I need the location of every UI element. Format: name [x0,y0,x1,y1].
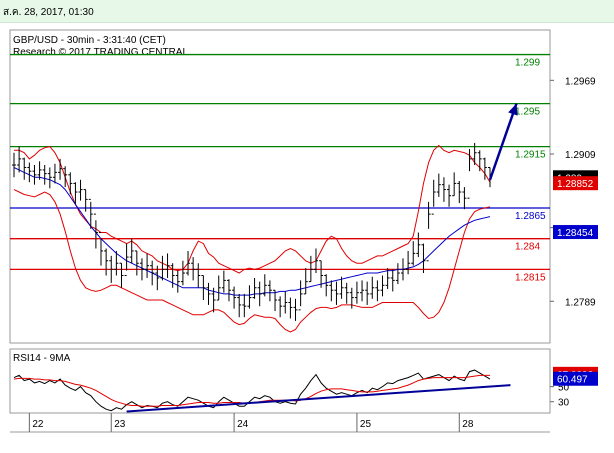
x-tick-label: 22 [32,419,44,430]
price-tag-label: 1.28852 [557,179,594,190]
rsi-y-tick-label: 30 [558,398,570,409]
x-tick-label: 25 [360,419,372,430]
forecast-arrow [488,103,518,181]
level-label: 1.2915 [515,150,546,161]
chart-title: GBP/USD - 30min - 3:31:40 (CET) [13,35,166,46]
price-tag-label: 1.28454 [557,228,594,239]
header-bar: ส.ค. 28, 2017, 01:30 [0,0,614,23]
moving-average-line [13,167,491,296]
level-label: 1.295 [515,107,540,118]
rsi-title: RSI14 - 9MA [13,353,71,364]
x-axis: 22 23 24 25 28 [10,413,550,433]
level-label: 1.284 [515,242,540,253]
x-tick-label: 28 [462,419,474,430]
price-panel-frame [9,29,551,344]
rsi-value-tag-label: 60.497 [557,375,588,386]
chart-subtitle: Research © 2017 TRADING CENTRAL [13,47,188,58]
x-tick-label: 24 [237,419,249,430]
rsi-trendline [126,384,511,413]
price-panel: GBP/USD - 30min - 3:31:40 (CET)Research … [9,29,598,344]
chart-area: GBP/USD - 30min - 3:31:40 (CET)Research … [9,29,598,433]
header-date: ส.ค. 28, 2017, 01:30 [3,7,94,18]
level-label: 1.2865 [515,211,546,222]
x-tick-label: 23 [114,419,126,430]
level-label: 1.299 [515,58,540,69]
rsi-series-rsi14 [13,369,491,412]
level-label: 1.2815 [515,272,546,283]
forecast-arrow-head [508,103,518,116]
y-tick-label: 1.2909 [565,150,596,161]
y-tick-label: 1.2789 [565,297,596,308]
rsi-panel: RSI14 - 9MA305067.009260.497 [9,348,598,414]
y-tick-label: 1.2969 [565,76,596,87]
